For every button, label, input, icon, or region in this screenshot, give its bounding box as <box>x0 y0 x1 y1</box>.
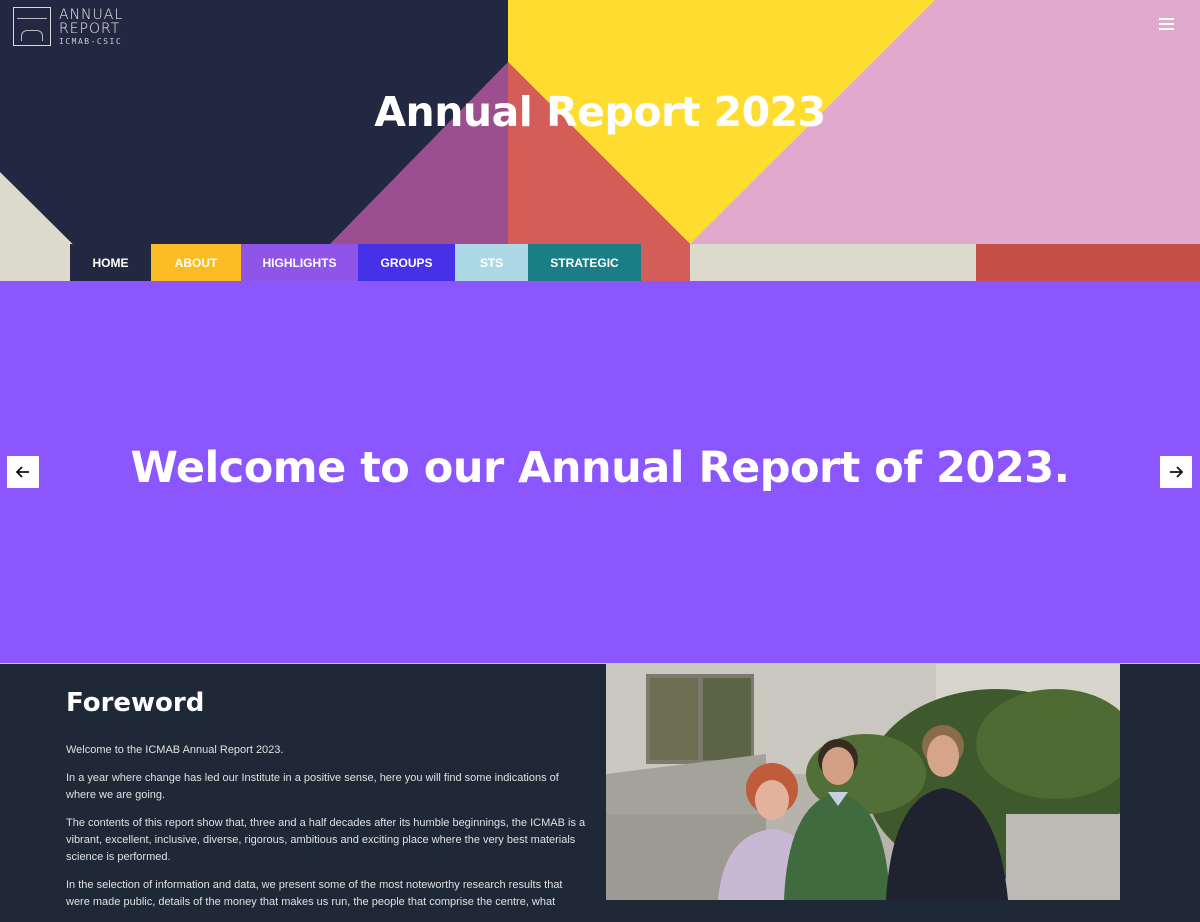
nav-item-home[interactable]: HOME <box>70 244 151 281</box>
nav-item-sts[interactable]: STS <box>455 244 528 281</box>
slider-next-button[interactable] <box>1160 456 1192 488</box>
logo-text-annual: ANNUAL <box>59 6 124 23</box>
hero-banner: ANNUAL REPORT ICMAB-CSIC Annual Report 2… <box>0 0 1200 281</box>
logo-text-institute: ICMAB-CSIC <box>59 36 123 46</box>
nav-item-about[interactable]: ABOUT <box>151 244 241 281</box>
hamburger-menu-icon[interactable] <box>1159 18 1174 30</box>
main-navigation: HOME ABOUT HIGHLIGHTS GROUPS STS STRATEG… <box>70 244 641 281</box>
foreword-paragraph: In a year where change has led our Insti… <box>66 772 559 801</box>
red-block <box>976 244 1200 281</box>
arrow-right-icon <box>1170 466 1183 478</box>
photo-illustration <box>606 664 1120 900</box>
foreword-section: Foreword Welcome to the ICMAB Annual Rep… <box>0 664 1200 908</box>
foreword-paragraph: The contents of this report show that, t… <box>66 817 586 863</box>
slide-heading: Welcome to our Annual Report of 2023. <box>130 443 1070 493</box>
beige-block <box>690 244 976 281</box>
nav-item-highlights[interactable]: HIGHLIGHTS <box>241 244 358 281</box>
foreword-text: Foreword Welcome to the ICMAB Annual Rep… <box>66 688 586 922</box>
page-title: Annual Report 2023 <box>374 88 826 136</box>
welcome-slider: Welcome to our Annual Report of 2023. <box>0 281 1200 663</box>
foreword-title: Foreword <box>66 688 205 718</box>
nav-item-strategic[interactable]: STRATEGIC <box>528 244 641 281</box>
logo-emblem-icon <box>13 7 51 46</box>
directors-photo <box>606 664 1120 900</box>
site-logo[interactable]: ANNUAL REPORT ICMAB-CSIC <box>13 7 123 46</box>
foreword-paragraph: Welcome to the ICMAB Annual Report 2023. <box>66 744 284 756</box>
logo-text-report: REPORT <box>59 20 121 37</box>
foreword-paragraph: In the selection of information and data… <box>66 879 563 908</box>
hero-geometric-background <box>0 0 1200 281</box>
nav-item-groups[interactable]: GROUPS <box>358 244 455 281</box>
